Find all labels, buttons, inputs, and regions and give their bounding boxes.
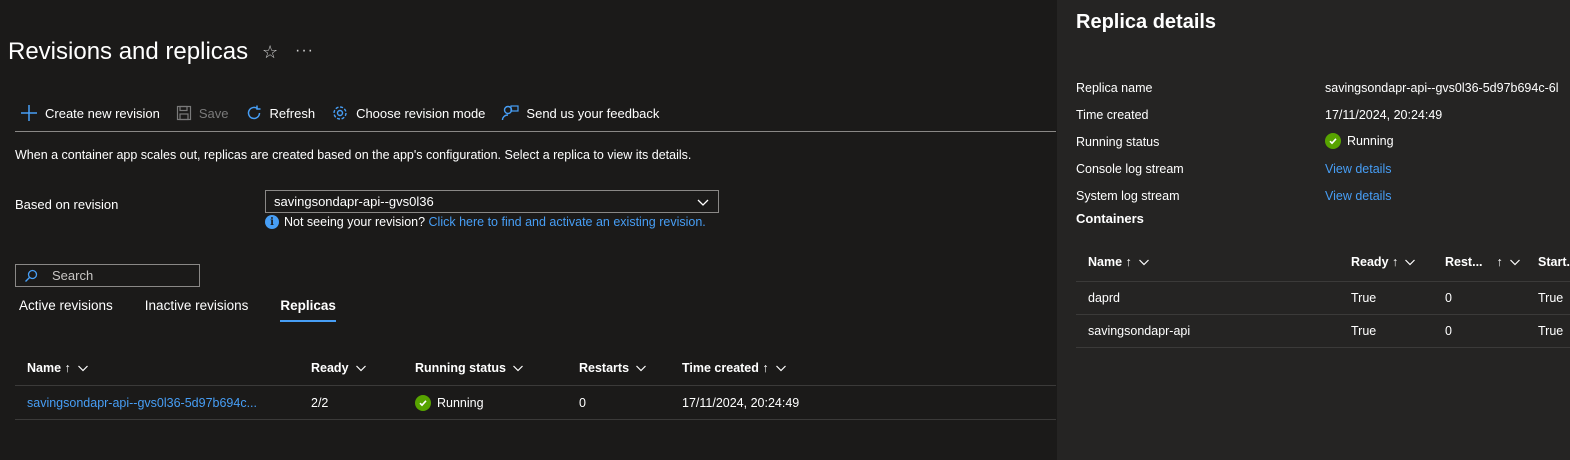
revision-dropdown[interactable]: savingsondapr-api--gvs0l36 (265, 190, 719, 213)
info-icon: i (265, 215, 279, 229)
container-header-restarts[interactable]: Rest... ↑ (1445, 242, 1521, 281)
running-status-label: Running status (1076, 135, 1160, 149)
revision-hint: i Not seeing your revision? Click here t… (265, 215, 706, 229)
hint-text: Not seeing your revision? (284, 215, 426, 229)
replica-name-value: savingsondapr-api--gvs0l36-5d97b694c-6l (1325, 81, 1559, 95)
replica-time-created: 17/11/2024, 20:24:49 (682, 396, 800, 410)
tab-list: Active revisions Inactive revisions Repl… (19, 298, 368, 322)
chevron-down-icon (636, 365, 646, 371)
choose-revision-mode-label: Choose revision mode (356, 105, 486, 121)
create-revision-button[interactable]: Create new revision (20, 104, 160, 122)
gear-icon (333, 106, 347, 120)
search-icon (25, 269, 38, 282)
container-start: True (1538, 291, 1564, 305)
containers-title: Containers (1076, 211, 1144, 226)
console-log-label: Console log stream (1076, 162, 1184, 176)
chevron-down-icon (513, 365, 523, 371)
running-status-text: Running (1347, 134, 1394, 148)
table-row[interactable]: savingsondapr-api True 0 True (1076, 315, 1570, 348)
save-button[interactable]: Save (176, 105, 229, 121)
refresh-icon (247, 105, 261, 120)
column-header-name-label: Name ↑ (27, 360, 71, 375)
replica-details-title: Replica details (1076, 11, 1217, 33)
chevron-down-icon (355, 365, 366, 371)
system-log-link[interactable]: View details (1325, 189, 1391, 203)
container-header-restarts-label: Rest... (1445, 254, 1483, 269)
command-bar: Create new revision Save Refresh Choose … (20, 100, 675, 126)
save-icon (176, 105, 191, 121)
column-header-restarts-label: Restarts (579, 360, 630, 375)
toolbar-divider (15, 131, 1056, 132)
running-status-value: Running (1325, 133, 1394, 149)
chevron-down-icon (775, 365, 786, 371)
time-created-label: Time created (1076, 108, 1149, 122)
feedback-icon (502, 105, 520, 121)
based-on-revision-label: Based on revision (15, 197, 119, 212)
column-header-ready[interactable]: Ready (311, 350, 367, 385)
container-name: daprd (1088, 291, 1120, 305)
replica-details-panel: Replica details Replica name savingsonda… (1057, 0, 1570, 460)
revisions-blade: Revisions and replicas ☆ ··· Create new … (0, 0, 1057, 460)
chevron-down-icon (697, 199, 709, 206)
tab-replicas[interactable]: Replicas (280, 298, 336, 322)
container-ready: True (1351, 324, 1377, 338)
time-created-value: 17/11/2024, 20:24:49 (1325, 108, 1443, 122)
save-label: Save (198, 105, 229, 121)
page-title: Revisions and replicas (8, 38, 249, 65)
description-text: When a container app scales out, replica… (15, 148, 692, 162)
tab-active-revisions[interactable]: Active revisions (19, 298, 113, 321)
revision-dropdown-value: savingsondapr-api--gvs0l36 (274, 194, 434, 209)
replica-status-label: Running (437, 396, 484, 410)
choose-revision-mode-button[interactable]: Choose revision mode (331, 104, 485, 122)
search-input[interactable] (52, 268, 192, 283)
container-restarts: 0 (1445, 324, 1452, 338)
container-ready: True (1351, 291, 1377, 305)
chevron-down-icon (1138, 259, 1149, 265)
column-header-time-label: Time created ↑ (682, 360, 769, 375)
console-log-link[interactable]: View details (1325, 162, 1391, 176)
replica-name-link[interactable]: savingsondapr-api--gvs0l36-5d97b694c... (27, 387, 257, 419)
chevron-down-icon (77, 365, 88, 371)
container-start: True (1538, 324, 1564, 338)
table-row[interactable]: savingsondapr-api--gvs0l36-5d97b694c... … (15, 387, 1056, 420)
tab-inactive-revisions[interactable]: Inactive revisions (145, 298, 249, 321)
checkmark-circle-icon (1325, 133, 1341, 149)
container-restarts: 0 (1445, 291, 1452, 305)
sort-up-icon: ↑ (1496, 254, 1503, 269)
container-header-ready-label: Ready ↑ (1351, 254, 1399, 269)
column-header-name[interactable]: Name ↑ (27, 350, 89, 385)
column-header-time-created[interactable]: Time created ↑ (682, 350, 787, 385)
replica-ready: 2/2 (311, 396, 329, 410)
feedback-label: Send us your feedback (526, 105, 660, 121)
replica-name-label: Replica name (1076, 81, 1153, 95)
replica-status: Running (415, 387, 484, 419)
create-revision-label: Create new revision (45, 105, 160, 121)
column-header-status-label: Running status (415, 360, 506, 375)
refresh-label: Refresh (269, 105, 316, 121)
replica-restarts: 0 (579, 396, 586, 410)
container-header-start[interactable]: Start... (1538, 242, 1570, 281)
container-name: savingsondapr-api (1088, 324, 1191, 338)
container-header-name[interactable]: Name ↑ (1088, 242, 1150, 281)
column-header-running-status[interactable]: Running status (415, 350, 524, 385)
more-icon[interactable]: ··· (295, 42, 314, 60)
search-box[interactable] (15, 264, 200, 287)
column-header-restarts[interactable]: Restarts (579, 350, 647, 385)
system-log-label: System log stream (1076, 189, 1180, 203)
feedback-button[interactable]: Send us your feedback (501, 104, 659, 122)
chevron-down-icon (1509, 259, 1520, 265)
refresh-button[interactable]: Refresh (245, 104, 316, 122)
star-icon[interactable]: ☆ (262, 42, 278, 63)
activate-revision-link[interactable]: Click here to find and activate an exist… (429, 215, 706, 229)
container-header-ready[interactable]: Ready ↑ (1351, 242, 1416, 281)
replicas-table-header: Name ↑ Ready Running status Restarts Tim… (15, 350, 1056, 386)
containers-table-header: Name ↑ Ready ↑ Rest... ↑ Start... (1076, 242, 1570, 282)
column-header-ready-label: Ready (311, 360, 349, 375)
container-header-name-label: Name ↑ (1088, 254, 1132, 269)
plus-icon (21, 105, 37, 121)
checkmark-circle-icon (415, 395, 431, 411)
table-row[interactable]: daprd True 0 True (1076, 282, 1570, 315)
chevron-down-icon (1405, 259, 1416, 265)
